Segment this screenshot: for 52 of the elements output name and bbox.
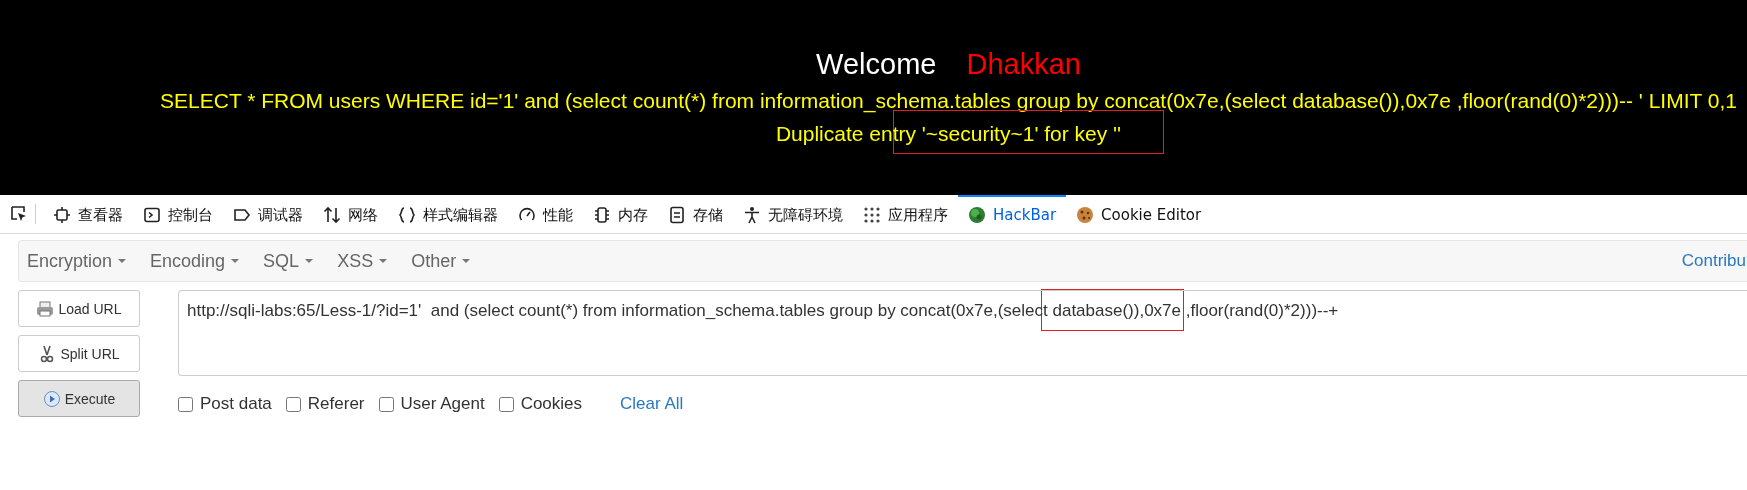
chip-icon (593, 206, 611, 224)
devtools-tab[interactable]: 查看器 (43, 195, 133, 233)
arrows-icon (323, 206, 341, 224)
checkbox-label[interactable]: Cookies (520, 394, 583, 414)
ball-icon (968, 206, 986, 224)
caret-icon (305, 259, 314, 263)
printer-icon (36, 299, 55, 318)
devtools-tab[interactable]: 内存 (583, 195, 658, 233)
sql-query-text: SELECT * FROM users WHERE id='1' and (select count(*) from information_schema.tables group by concat(0x7e,(select database()),0x7e ,floor(rand(0)*2)))-- ' LIMIT 0,1 (160, 89, 1737, 112)
checkbox[interactable] (378, 396, 394, 412)
dropdown-menu[interactable]: Encoding (142, 250, 252, 272)
checkbox[interactable] (178, 396, 193, 412)
checkbox[interactable] (285, 396, 301, 412)
hackbar-button[interactable]: Split URL (18, 335, 140, 372)
welcome-text: Welcome (816, 48, 937, 80)
contribute-link[interactable]: Contribu (1681, 251, 1746, 271)
storage-icon (668, 206, 686, 224)
hackbar-button[interactable]: Execute (18, 380, 140, 417)
person-icon (743, 206, 761, 224)
devtools-tab[interactable]: HackBar (958, 195, 1067, 233)
inspector-icon (53, 206, 71, 224)
caret-icon (231, 259, 240, 263)
checkbox-label[interactable]: User Agent (400, 394, 485, 414)
braces-icon (398, 206, 416, 224)
grid-icon (863, 206, 881, 224)
devtools-tab[interactable]: 无障碍环境 (733, 195, 853, 233)
devtools-tab[interactable]: Cookie Editor (1066, 195, 1212, 233)
devtools-tab[interactable]: 控制台 (133, 195, 223, 233)
dropdown-menu[interactable]: SQL (255, 250, 326, 272)
hackbar-button[interactable]: Load URL (18, 290, 140, 327)
play-icon (42, 389, 61, 408)
username-text: Dhakkan (966, 48, 1081, 80)
console-icon (143, 206, 161, 224)
devtools-tab[interactable]: 应用程序 (853, 195, 958, 233)
debugger-icon (233, 206, 251, 224)
caret-icon (462, 259, 471, 263)
checkbox-label[interactable]: Post data (200, 394, 272, 414)
checkbox[interactable] (498, 396, 514, 412)
devtools-tab[interactable]: 样式编辑器 (388, 195, 508, 233)
pick-element-icon (10, 205, 28, 223)
cookie-icon (1076, 206, 1095, 224)
devtools-tab[interactable]: 存储 (658, 195, 733, 233)
checkbox-label[interactable]: Referer (307, 394, 365, 414)
dropdown-menu[interactable]: XSS (329, 250, 400, 272)
dropdown-menu[interactable]: Other (403, 250, 483, 272)
clear-all-link[interactable]: Clear All (620, 394, 684, 414)
caret-icon (118, 259, 127, 263)
dropdown-menu[interactable]: Encryption (19, 250, 139, 272)
caret-icon (379, 259, 388, 263)
devtools-tab[interactable]: 调试器 (223, 195, 313, 233)
devtools-tab[interactable]: 性能 (508, 195, 583, 233)
devtools-tab[interactable]: 网络 (313, 195, 388, 233)
